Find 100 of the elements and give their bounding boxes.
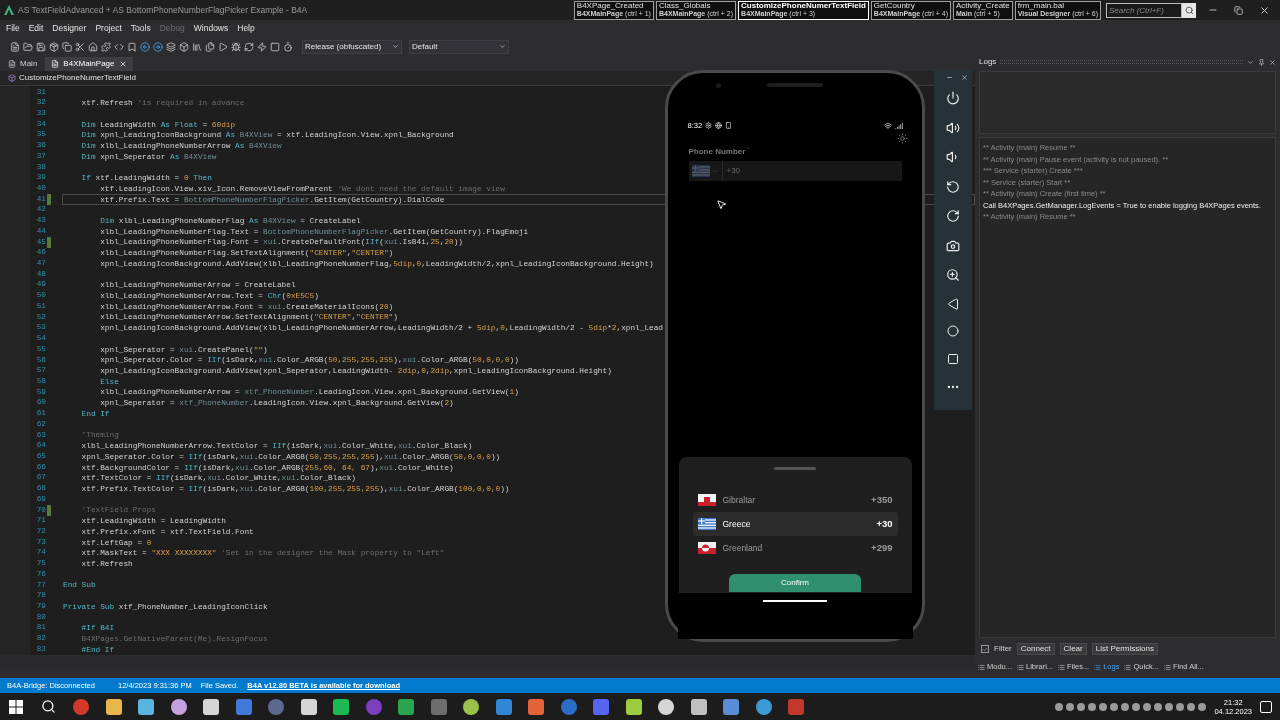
- cursor-icon: [715, 199, 727, 210]
- flag-icon: [697, 494, 716, 506]
- caret-icon: [711, 167, 719, 175]
- house-icon[interactable]: [88, 41, 98, 52]
- field-label: Phone Number: [688, 146, 746, 158]
- app-icon[interactable]: [690, 698, 707, 715]
- copy-icon[interactable]: [62, 41, 72, 52]
- menu-item[interactable]: Help: [237, 22, 255, 35]
- close-icon[interactable]: [118, 60, 127, 68]
- country-row[interactable]: Greece +30: [692, 512, 898, 536]
- bookmark-icon[interactable]: [127, 41, 137, 52]
- configuration-dropdown[interactable]: Default: [409, 39, 509, 54]
- library-icon[interactable]: [192, 41, 202, 52]
- list-icon: [1163, 663, 1171, 671]
- volume-up-icon[interactable]: [946, 120, 960, 135]
- windows-logo-icon[interactable]: [9, 699, 23, 714]
- log-button[interactable]: List Permissions: [1091, 643, 1158, 655]
- package-icon[interactable]: [49, 41, 59, 52]
- app-icon[interactable]: [170, 698, 187, 715]
- confirm-button[interactable]: Confirm: [729, 574, 861, 592]
- folder-icon[interactable]: [23, 41, 33, 52]
- timer-icon[interactable]: [283, 41, 293, 52]
- box-icon[interactable]: [179, 41, 189, 52]
- power-icon[interactable]: [946, 91, 960, 105]
- country-row[interactable]: Gibraltar +350: [692, 488, 898, 512]
- list-icon: [1058, 663, 1066, 671]
- app-logo-icon: [4, 5, 14, 15]
- play-icon[interactable]: [218, 41, 228, 52]
- cut-icon[interactable]: [75, 41, 85, 52]
- puzzle-icon[interactable]: [101, 41, 111, 52]
- app-icon[interactable]: [625, 698, 642, 715]
- module-icon: [8, 74, 16, 82]
- app-icon[interactable]: [398, 698, 414, 715]
- lightning-icon[interactable]: [257, 41, 267, 52]
- window-title: AS TextFieldAdvanced + AS BottomPhoneNumberFlagPicker Example - B4A: [18, 3, 308, 17]
- search-button[interactable]: [1182, 2, 1196, 18]
- close-icon[interactable]: [961, 73, 968, 81]
- menu-item[interactable]: Tools: [130, 22, 151, 35]
- save-icon[interactable]: [36, 41, 46, 52]
- file-icon: [51, 60, 60, 68]
- flag-icon: [697, 518, 716, 530]
- app-icon[interactable]: [333, 698, 349, 715]
- app-icon[interactable]: [300, 698, 317, 715]
- app-icon[interactable]: [658, 698, 674, 715]
- home-icon[interactable]: [947, 325, 959, 337]
- new-file-icon[interactable]: [10, 41, 20, 52]
- breadcrumb: CustomizePhoneNumerTextField: [19, 72, 136, 84]
- overview-icon[interactable]: [947, 352, 959, 365]
- zoom-icon[interactable]: [946, 268, 960, 282]
- app-icon[interactable]: [723, 698, 739, 715]
- app-icon[interactable]: [528, 698, 544, 715]
- file-icon: [8, 60, 16, 68]
- menu-item[interactable]: Windows: [193, 22, 229, 35]
- stop-icon[interactable]: [270, 41, 280, 52]
- editor-tab[interactable]: Main: [2, 57, 44, 71]
- rotate-right-icon[interactable]: [946, 209, 960, 223]
- home-indicator: [763, 600, 827, 602]
- build-mode-dropdown[interactable]: Release (obfuscated): [302, 39, 402, 54]
- close-icon[interactable]: [1259, 4, 1270, 16]
- close-icon[interactable]: [1269, 58, 1276, 66]
- notification-icon[interactable]: [1260, 700, 1272, 713]
- drag-handle: [774, 467, 816, 470]
- log-button[interactable]: Connect: [1016, 643, 1055, 655]
- menu-item[interactable]: Project: [95, 22, 122, 35]
- caret-icon: [499, 43, 506, 50]
- search-field[interactable]: Search (Ctrl+F): [1106, 2, 1182, 18]
- code-icon[interactable]: [114, 41, 124, 52]
- bug-icon[interactable]: [231, 41, 241, 52]
- app-icon[interactable]: [755, 698, 772, 715]
- pin-icon[interactable]: [1258, 58, 1265, 66]
- list-icon: [1017, 663, 1024, 671]
- settings-icon: [705, 122, 713, 129]
- app-icon[interactable]: [138, 698, 154, 715]
- app-icon[interactable]: [463, 698, 479, 715]
- list-icon: [978, 663, 985, 671]
- files-icon[interactable]: [205, 41, 215, 52]
- dropdown-icon[interactable]: [1247, 58, 1254, 66]
- forward-icon[interactable]: [153, 41, 163, 52]
- app-icon[interactable]: [203, 698, 219, 715]
- country-row[interactable]: Greenland +299: [692, 536, 898, 560]
- globe-icon: [715, 122, 723, 129]
- layers-icon[interactable]: [166, 41, 176, 52]
- list-icon: [1124, 663, 1132, 671]
- camera-icon[interactable]: [946, 238, 960, 253]
- list-icon: [1094, 663, 1102, 671]
- wifi-icon: [883, 121, 892, 130]
- menu-item[interactable]: File: [6, 22, 20, 35]
- app-icon[interactable]: [105, 698, 122, 715]
- caret-icon: [392, 43, 399, 50]
- flag-icon: [691, 165, 710, 177]
- filter-checkbox[interactable]: [981, 645, 989, 653]
- rotate-left-icon[interactable]: [946, 179, 960, 194]
- log-button[interactable]: Clear: [1059, 643, 1087, 655]
- dial-prefix: +30: [726, 165, 741, 177]
- refresh-icon[interactable]: [244, 41, 254, 52]
- restore-icon[interactable]: [1234, 5, 1243, 15]
- menu-item[interactable]: Edit: [28, 22, 44, 35]
- search-icon[interactable]: [41, 699, 56, 714]
- menu-item[interactable]: Designer: [52, 22, 87, 35]
- editor-tab[interactable]: B4XMainPage: [45, 57, 133, 71]
